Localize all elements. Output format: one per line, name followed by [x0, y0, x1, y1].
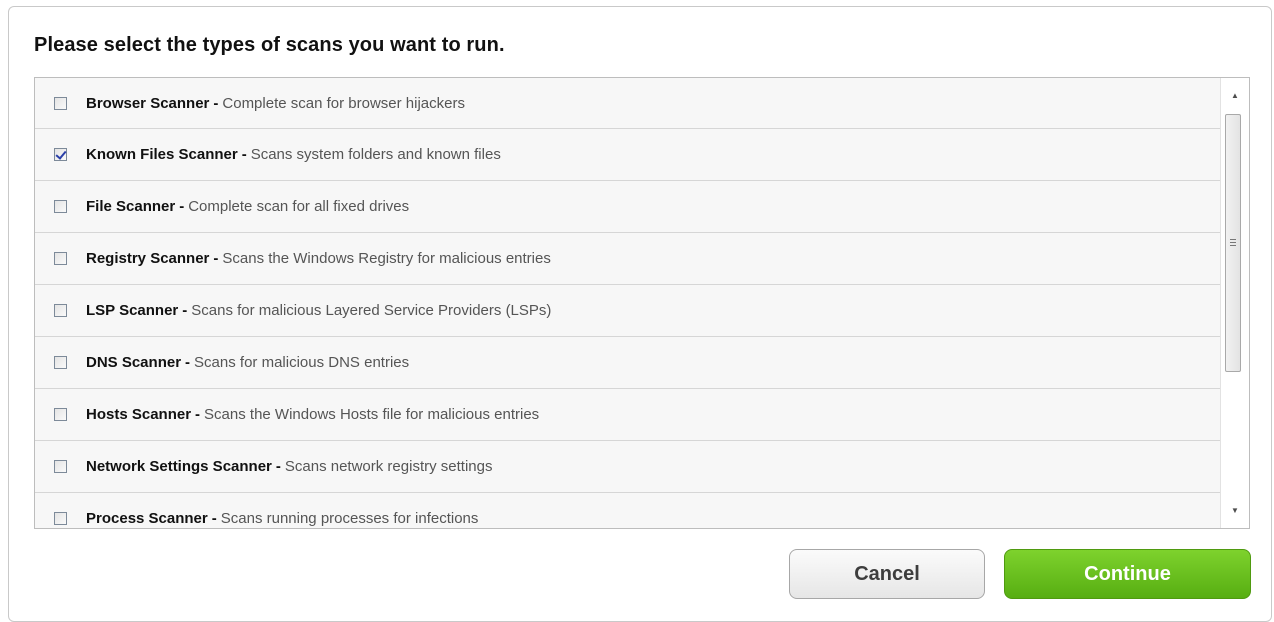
scan-list: Browser Scanner - Complete scan for browse… [35, 78, 1220, 528]
continue-button[interactable]: Continue [1004, 549, 1251, 599]
scan-option-checkbox[interactable] [54, 148, 67, 161]
scan-option-checkbox[interactable] [54, 356, 67, 369]
scan-option-row[interactable]: Hosts Scanner - Scans the Windows Hosts fi… [35, 389, 1220, 441]
scan-option-name: Known Files Scanner [86, 146, 238, 163]
scan-option-checkbox[interactable] [54, 304, 67, 317]
scan-option-separator: - [195, 406, 201, 423]
cancel-button[interactable]: Cancel [789, 549, 985, 599]
scan-option-row[interactable]: DNS Scanner - Scans for malicious DNS entr… [35, 337, 1220, 389]
scan-option-separator: - [275, 458, 281, 475]
scan-option-separator: - [179, 198, 185, 215]
scan-option-description: Scans the Windows Registry for malicious… [222, 250, 551, 267]
scan-option-description: Scans for malicious DNS entries [194, 354, 410, 371]
scan-option-separator: - [241, 146, 247, 163]
scan-option-checkbox[interactable] [54, 96, 67, 110]
scan-option-description: Complete scan for browser hijackers [222, 94, 465, 112]
scan-option-name: Hosts Scanner [86, 406, 192, 423]
scrollbar[interactable]: ▲ ▼ [1220, 78, 1249, 528]
scrollbar-thumb[interactable] [1225, 114, 1241, 372]
scan-option-name: Browser Scanner [86, 94, 210, 112]
scan-option-row[interactable]: File Scanner - Complete scan for all fixed… [35, 181, 1220, 233]
scan-option-description: Complete scan for all fixed drives [188, 198, 410, 215]
scan-option-description: Scans the Windows Hosts file for malicio… [204, 406, 540, 423]
scan-option-separator: - [213, 250, 219, 267]
scan-option-checkbox[interactable] [54, 252, 67, 265]
scan-option-separator: - [182, 302, 188, 319]
scan-option-row[interactable]: LSP Scanner - Scans for malicious Layered … [35, 285, 1220, 337]
scroll-down-arrow-icon[interactable]: ▼ [1221, 493, 1249, 528]
scan-option-description: Scans network registry settings [284, 458, 493, 475]
scan-option-name: File Scanner [86, 198, 176, 215]
scan-list-box: Browser Scanner - Complete scan for browse… [34, 77, 1250, 529]
scan-option-row[interactable]: Known Files Scanner - Scans system folders… [35, 129, 1220, 181]
scan-option-row[interactable]: Registry Scanner - Scans the Windows Regis… [35, 233, 1220, 285]
scan-selection-dialog: Please select the types of scans you wan… [8, 6, 1272, 622]
scroll-up-arrow-icon[interactable]: ▲ [1221, 78, 1249, 113]
grip-icon [1230, 239, 1236, 246]
scan-option-checkbox[interactable] [54, 460, 67, 473]
scan-option-description: Scans for malicious Layered Service Prov… [191, 302, 552, 319]
scan-option-row[interactable]: Process Scanner - Scans running processes … [35, 493, 1220, 528]
scan-option-row[interactable]: Network Settings Scanner - Scans network r… [35, 441, 1220, 493]
scan-option-row[interactable]: Browser Scanner - Complete scan for browse… [35, 78, 1220, 129]
scan-option-name: Network Settings Scanner [86, 458, 272, 475]
scan-option-separator: - [211, 510, 217, 527]
scan-option-checkbox[interactable] [54, 512, 67, 525]
scan-option-description: Scans running processes for infections [220, 510, 479, 527]
dialog-heading: Please select the types of scans you wan… [34, 34, 505, 56]
scan-option-separator: - [185, 354, 191, 371]
scan-option-description: Scans system folders and known files [250, 146, 501, 163]
scan-option-checkbox[interactable] [54, 408, 67, 421]
scan-option-name: DNS Scanner [86, 354, 182, 371]
scan-option-name: Process Scanner [86, 510, 208, 527]
scan-option-separator: - [213, 94, 219, 112]
scan-option-checkbox[interactable] [54, 200, 67, 213]
scan-option-name: LSP Scanner [86, 302, 179, 319]
scan-option-name: Registry Scanner [86, 250, 210, 267]
